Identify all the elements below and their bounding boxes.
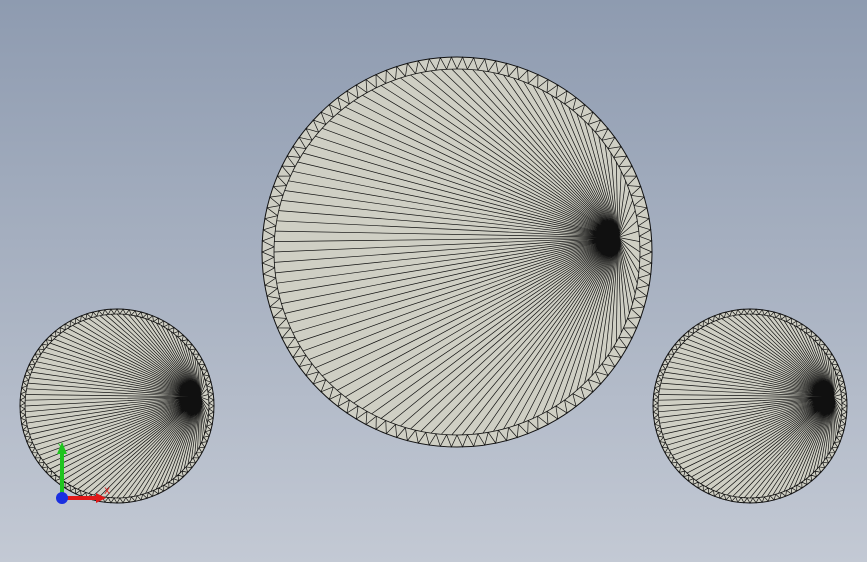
model-scene[interactable]: [0, 0, 867, 562]
z-axis-dot: [56, 492, 68, 504]
right-disk[interactable]: [652, 308, 848, 504]
axis-triad: Y X: [56, 442, 110, 504]
x-axis-label: X: [104, 487, 110, 497]
3d-viewport[interactable]: Y X: [0, 0, 867, 562]
large-disk[interactable]: [261, 56, 653, 448]
y-axis-label: Y: [57, 443, 64, 453]
